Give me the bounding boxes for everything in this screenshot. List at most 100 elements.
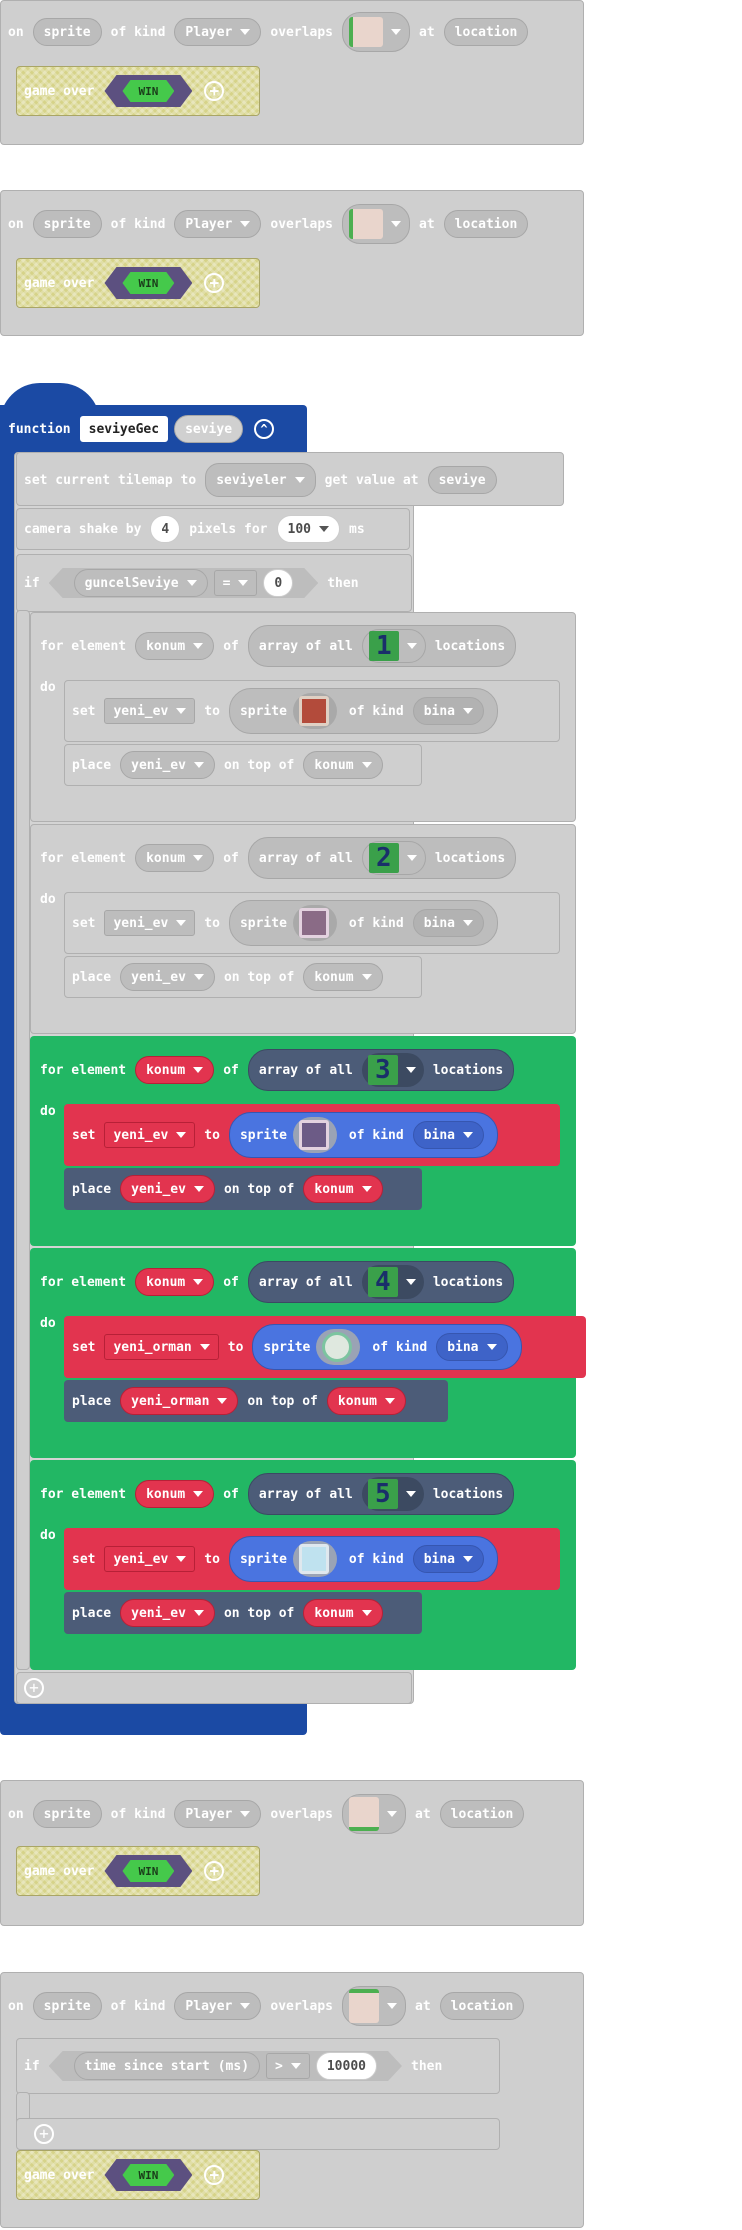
array-of-all-block[interactable]: array of all 4 locations <box>247 1261 515 1303</box>
sprite-image-picker[interactable] <box>292 693 337 729</box>
tile-picker[interactable]: 2 <box>361 841 426 875</box>
for-header-3: for element konum of array of all 3 loca… <box>34 1048 517 1092</box>
compare-value-input[interactable]: 10000 <box>316 2052 377 2080</box>
add-icon[interactable]: + <box>204 273 225 293</box>
set-target-dropdown[interactable]: yeni_ev <box>104 1546 196 1572</box>
tile-picker[interactable] <box>342 1986 407 2026</box>
kind-dropdown[interactable]: bina <box>436 1333 508 1361</box>
time-since-start-block[interactable]: time since start (ms) <box>74 2052 260 2080</box>
location-var[interactable]: location <box>443 18 529 46</box>
set-target-dropdown[interactable]: yeni_ev <box>104 1122 196 1148</box>
sprite-var[interactable]: sprite <box>32 18 102 46</box>
compare-condition[interactable]: time since start (ms) > 10000 <box>49 2051 402 2081</box>
place-location-dropdown[interactable]: konum <box>326 1387 407 1415</box>
operator-dropdown[interactable]: > <box>266 2053 310 2079</box>
place-sprite-dropdown[interactable]: yeni_ev <box>120 1599 215 1627</box>
tile-picker[interactable] <box>342 204 411 244</box>
chevron-down-icon <box>406 855 417 861</box>
sprite-var[interactable]: sprite <box>32 1800 102 1828</box>
location-var[interactable]: location <box>439 1992 525 2020</box>
guncel-seviye-dropdown[interactable]: guncelSeviye <box>74 569 208 597</box>
kind-dropdown[interactable]: Player <box>174 18 262 46</box>
kind-dropdown[interactable]: bina <box>412 909 485 937</box>
tile-picker[interactable]: 4 <box>361 1265 424 1299</box>
place-location-dropdown[interactable]: konum <box>303 963 383 991</box>
tile-picker[interactable] <box>342 12 411 52</box>
sprite-create-block[interactable]: sprite of kind bina <box>228 1536 499 1582</box>
tile-picker[interactable]: 3 <box>361 1053 424 1087</box>
set-target-dropdown[interactable]: yeni_ev <box>104 910 196 936</box>
kind-dropdown[interactable]: bina <box>412 697 485 725</box>
sprite-image-picker[interactable] <box>292 1541 337 1577</box>
tile-picker[interactable] <box>342 1794 407 1834</box>
chevron-down-icon <box>176 1132 187 1138</box>
sprite-create-block[interactable]: sprite of kind bina <box>228 900 499 946</box>
win-bool[interactable]: WIN <box>104 75 192 107</box>
collapse-icon[interactable]: ^ <box>254 419 275 439</box>
loop-var-dropdown[interactable]: konum <box>135 1480 215 1508</box>
set-row-2: set yeni_ev to sprite of kind bina <box>66 900 501 946</box>
then-label: then <box>411 2058 443 2074</box>
tile-picker[interactable]: 5 <box>361 1477 424 1511</box>
kind-dropdown[interactable]: Player <box>174 210 262 238</box>
add-icon[interactable]: + <box>204 1861 225 1881</box>
chevron-down-icon <box>193 1610 204 1616</box>
shake-duration-dropdown[interactable]: 100 <box>276 515 340 543</box>
place-location-dropdown[interactable]: konum <box>303 1599 383 1627</box>
for-header-5: for element konum of array of all 5 loca… <box>34 1472 517 1516</box>
place-location-dropdown[interactable]: konum <box>303 1175 383 1203</box>
loop-var-dropdown[interactable]: konum <box>135 844 215 872</box>
place-sprite-dropdown[interactable]: yeni_orman <box>120 1387 239 1415</box>
win-bool[interactable]: WIN <box>104 2159 192 2191</box>
set-label: set <box>72 915 96 931</box>
location-var[interactable]: location <box>439 1800 525 1828</box>
sprite-var[interactable]: sprite <box>32 210 102 238</box>
place-sprite-dropdown[interactable]: yeni_ev <box>120 751 215 779</box>
sprite-create-block[interactable]: sprite of kind bina <box>228 688 499 734</box>
compare-value-input[interactable]: 0 <box>263 569 293 597</box>
loop-var-dropdown[interactable]: konum <box>135 1268 215 1296</box>
sprite-image-picker[interactable] <box>292 905 337 941</box>
door-tile-icon <box>349 1989 380 2023</box>
kind-dropdown[interactable]: Player <box>174 1800 262 1828</box>
place-location-dropdown[interactable]: konum <box>303 751 383 779</box>
chevron-down-icon <box>193 1067 204 1073</box>
function-name-field[interactable]: seviyeGec <box>79 416 169 442</box>
sprite-image-picker[interactable] <box>292 1117 337 1153</box>
kind-dropdown[interactable]: bina <box>412 1121 485 1149</box>
add-icon[interactable]: + <box>204 81 225 101</box>
shake-amount-input[interactable]: 4 <box>150 515 181 543</box>
tilemap-source-dropdown[interactable]: seviyeler <box>205 463 316 497</box>
for-element-label: for element <box>40 1062 127 1078</box>
place-sprite-dropdown[interactable]: yeni_ev <box>120 1175 215 1203</box>
sprite-var[interactable]: sprite <box>32 1992 102 2020</box>
operator-dropdown[interactable]: = <box>214 570 258 596</box>
kind-dropdown[interactable]: bina <box>412 1545 485 1573</box>
array-of-all-block[interactable]: array of all 3 locations <box>247 1049 515 1091</box>
place-sprite-dropdown[interactable]: yeni_ev <box>120 963 215 991</box>
loop-var-dropdown[interactable]: konum <box>135 632 215 660</box>
add-icon[interactable]: + <box>204 2165 225 2185</box>
function-param[interactable]: seviye <box>174 415 244 443</box>
chevron-down-icon <box>387 2003 398 2009</box>
sprite-image-picker[interactable] <box>316 1329 361 1365</box>
to-label: to <box>204 1127 220 1143</box>
sprite-create-block[interactable]: sprite of kind bina <box>228 1112 499 1158</box>
win-bool[interactable]: WIN <box>104 1855 192 1887</box>
do-label-3: do <box>40 1104 56 1119</box>
array-of-all-block[interactable]: array of all 5 locations <box>247 1473 515 1515</box>
tile-picker[interactable]: 1 <box>361 629 426 663</box>
kind-dropdown[interactable]: Player <box>174 1992 262 2020</box>
compare-condition[interactable]: guncelSeviye = 0 <box>49 568 319 598</box>
set-target-dropdown[interactable]: yeni_orman <box>104 1334 219 1360</box>
location-var[interactable]: location <box>443 210 529 238</box>
set-target-dropdown[interactable]: yeni_ev <box>104 698 196 724</box>
array-of-all-block[interactable]: array of all 1 locations <box>247 625 517 667</box>
win-bool[interactable]: WIN <box>104 267 192 299</box>
array-of-all-block[interactable]: array of all 2 locations <box>247 837 517 879</box>
add-else-icon[interactable]: + <box>24 1678 44 1698</box>
sprite-create-block[interactable]: sprite of kind bina <box>252 1324 522 1370</box>
loop-var-dropdown[interactable]: konum <box>135 1056 215 1084</box>
tilemap-index-var[interactable]: seviye <box>427 466 497 494</box>
add-else-icon[interactable]: + <box>34 2124 54 2144</box>
